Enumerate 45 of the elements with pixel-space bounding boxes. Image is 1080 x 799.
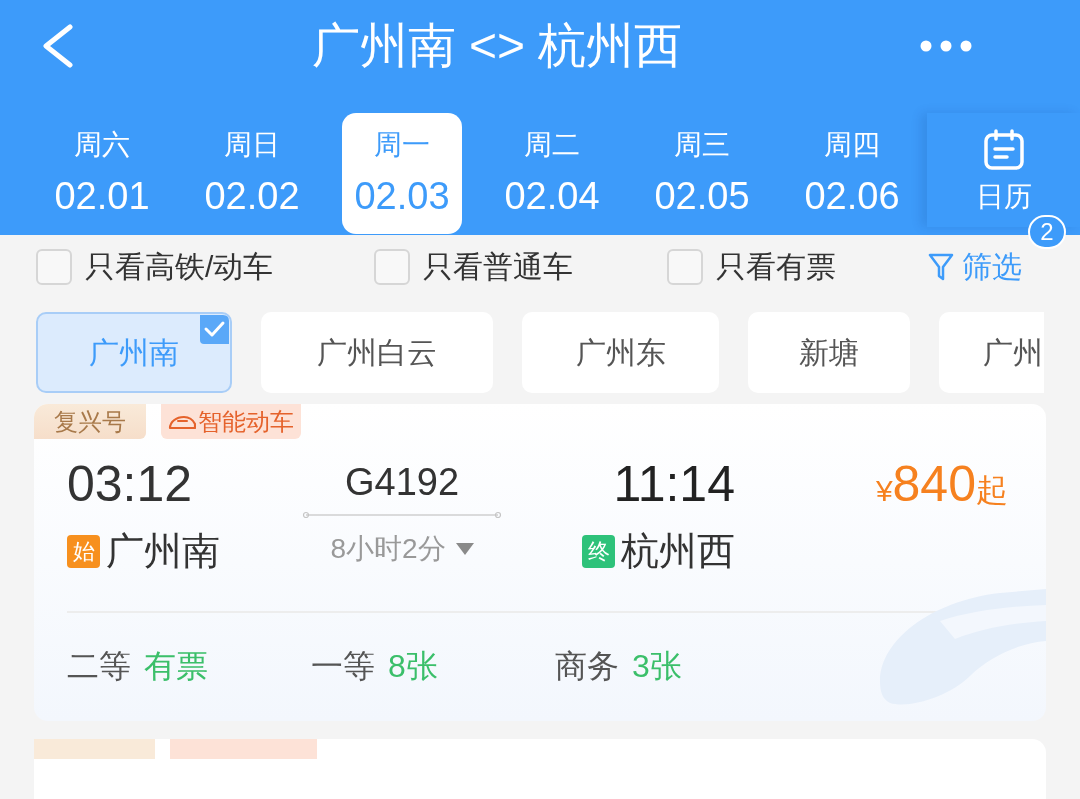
train-card[interactable] bbox=[34, 739, 1046, 799]
tag-label: 智能动车 bbox=[198, 407, 294, 437]
date-tab[interactable]: 周四 02.06 bbox=[792, 113, 912, 234]
date-tab[interactable]: 周六 02.01 bbox=[42, 113, 162, 234]
more-icon[interactable] bbox=[920, 40, 972, 52]
date-tab[interactable]: 周日 02.02 bbox=[192, 113, 312, 234]
seat-class: 一等 bbox=[311, 647, 375, 686]
filter-icon bbox=[928, 253, 954, 281]
start-badge: 始 bbox=[67, 534, 100, 568]
seat-availability: 有票 bbox=[144, 647, 208, 686]
back-icon[interactable] bbox=[40, 24, 74, 68]
price: ¥840起 bbox=[875, 455, 1008, 513]
seat-class: 二等 bbox=[67, 647, 131, 686]
check-icon bbox=[200, 315, 229, 344]
train-card[interactable]: 复兴号 智能动车 03:12 始 广州南 G4192 8小时2分 11:14 终 杭州西 ¥840起 二等 有票 一等 8张 商务 3张 bbox=[34, 404, 1046, 721]
end-badge: 终 bbox=[582, 534, 615, 568]
filter-label[interactable]: 只看有票 bbox=[716, 247, 836, 287]
depart-time: 03:12 bbox=[67, 455, 194, 513]
calendar-icon bbox=[982, 129, 1025, 171]
checkbox[interactable] bbox=[36, 249, 72, 285]
caret-down-icon[interactable] bbox=[455, 543, 474, 555]
station-chip[interactable]: 广州 bbox=[939, 312, 1044, 393]
train-tag: 复兴号 bbox=[34, 404, 146, 439]
route-title: 广州南 <> 杭州西 bbox=[311, 18, 683, 74]
filter-label[interactable]: 只看普通车 bbox=[423, 247, 573, 287]
filter-label[interactable]: 只看高铁/动车 bbox=[85, 247, 274, 287]
arrive-station: 杭州西 bbox=[621, 529, 735, 573]
checkbox[interactable] bbox=[667, 249, 703, 285]
date-tab[interactable]: 周一 02.03 bbox=[342, 113, 462, 234]
checkbox[interactable] bbox=[374, 249, 410, 285]
arrive-time: 11:14 bbox=[613, 455, 735, 513]
train-number: G4192 bbox=[344, 460, 460, 505]
duration-text[interactable]: 8小时2分 bbox=[330, 531, 446, 567]
date-tab[interactable]: 周二 02.04 bbox=[492, 113, 612, 234]
seat-availability: 8张 bbox=[388, 647, 438, 686]
train-icon bbox=[168, 413, 196, 430]
station-chip[interactable]: 新塘 bbox=[748, 312, 910, 393]
seat-class: 商务 bbox=[555, 647, 619, 686]
count-badge: 2 bbox=[1028, 215, 1066, 249]
station-chip[interactable]: 广州东 bbox=[522, 312, 719, 393]
seat-availability: 3张 bbox=[632, 647, 682, 686]
station-chip[interactable]: 广州南 bbox=[36, 312, 232, 393]
date-tab[interactable]: 周三 02.05 bbox=[642, 113, 762, 234]
depart-station: 广州南 bbox=[106, 529, 220, 573]
station-chip[interactable]: 广州白云 bbox=[261, 312, 493, 393]
